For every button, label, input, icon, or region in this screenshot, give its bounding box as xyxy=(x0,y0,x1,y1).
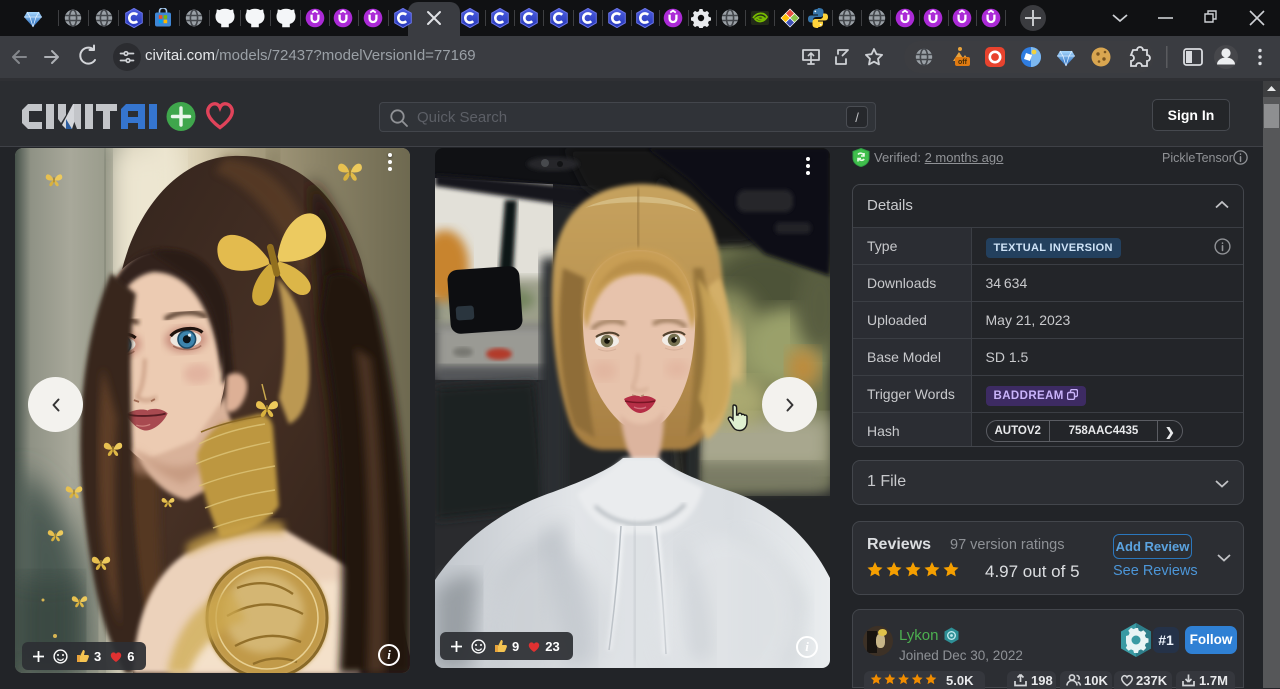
svg-text:off: off xyxy=(958,59,968,66)
